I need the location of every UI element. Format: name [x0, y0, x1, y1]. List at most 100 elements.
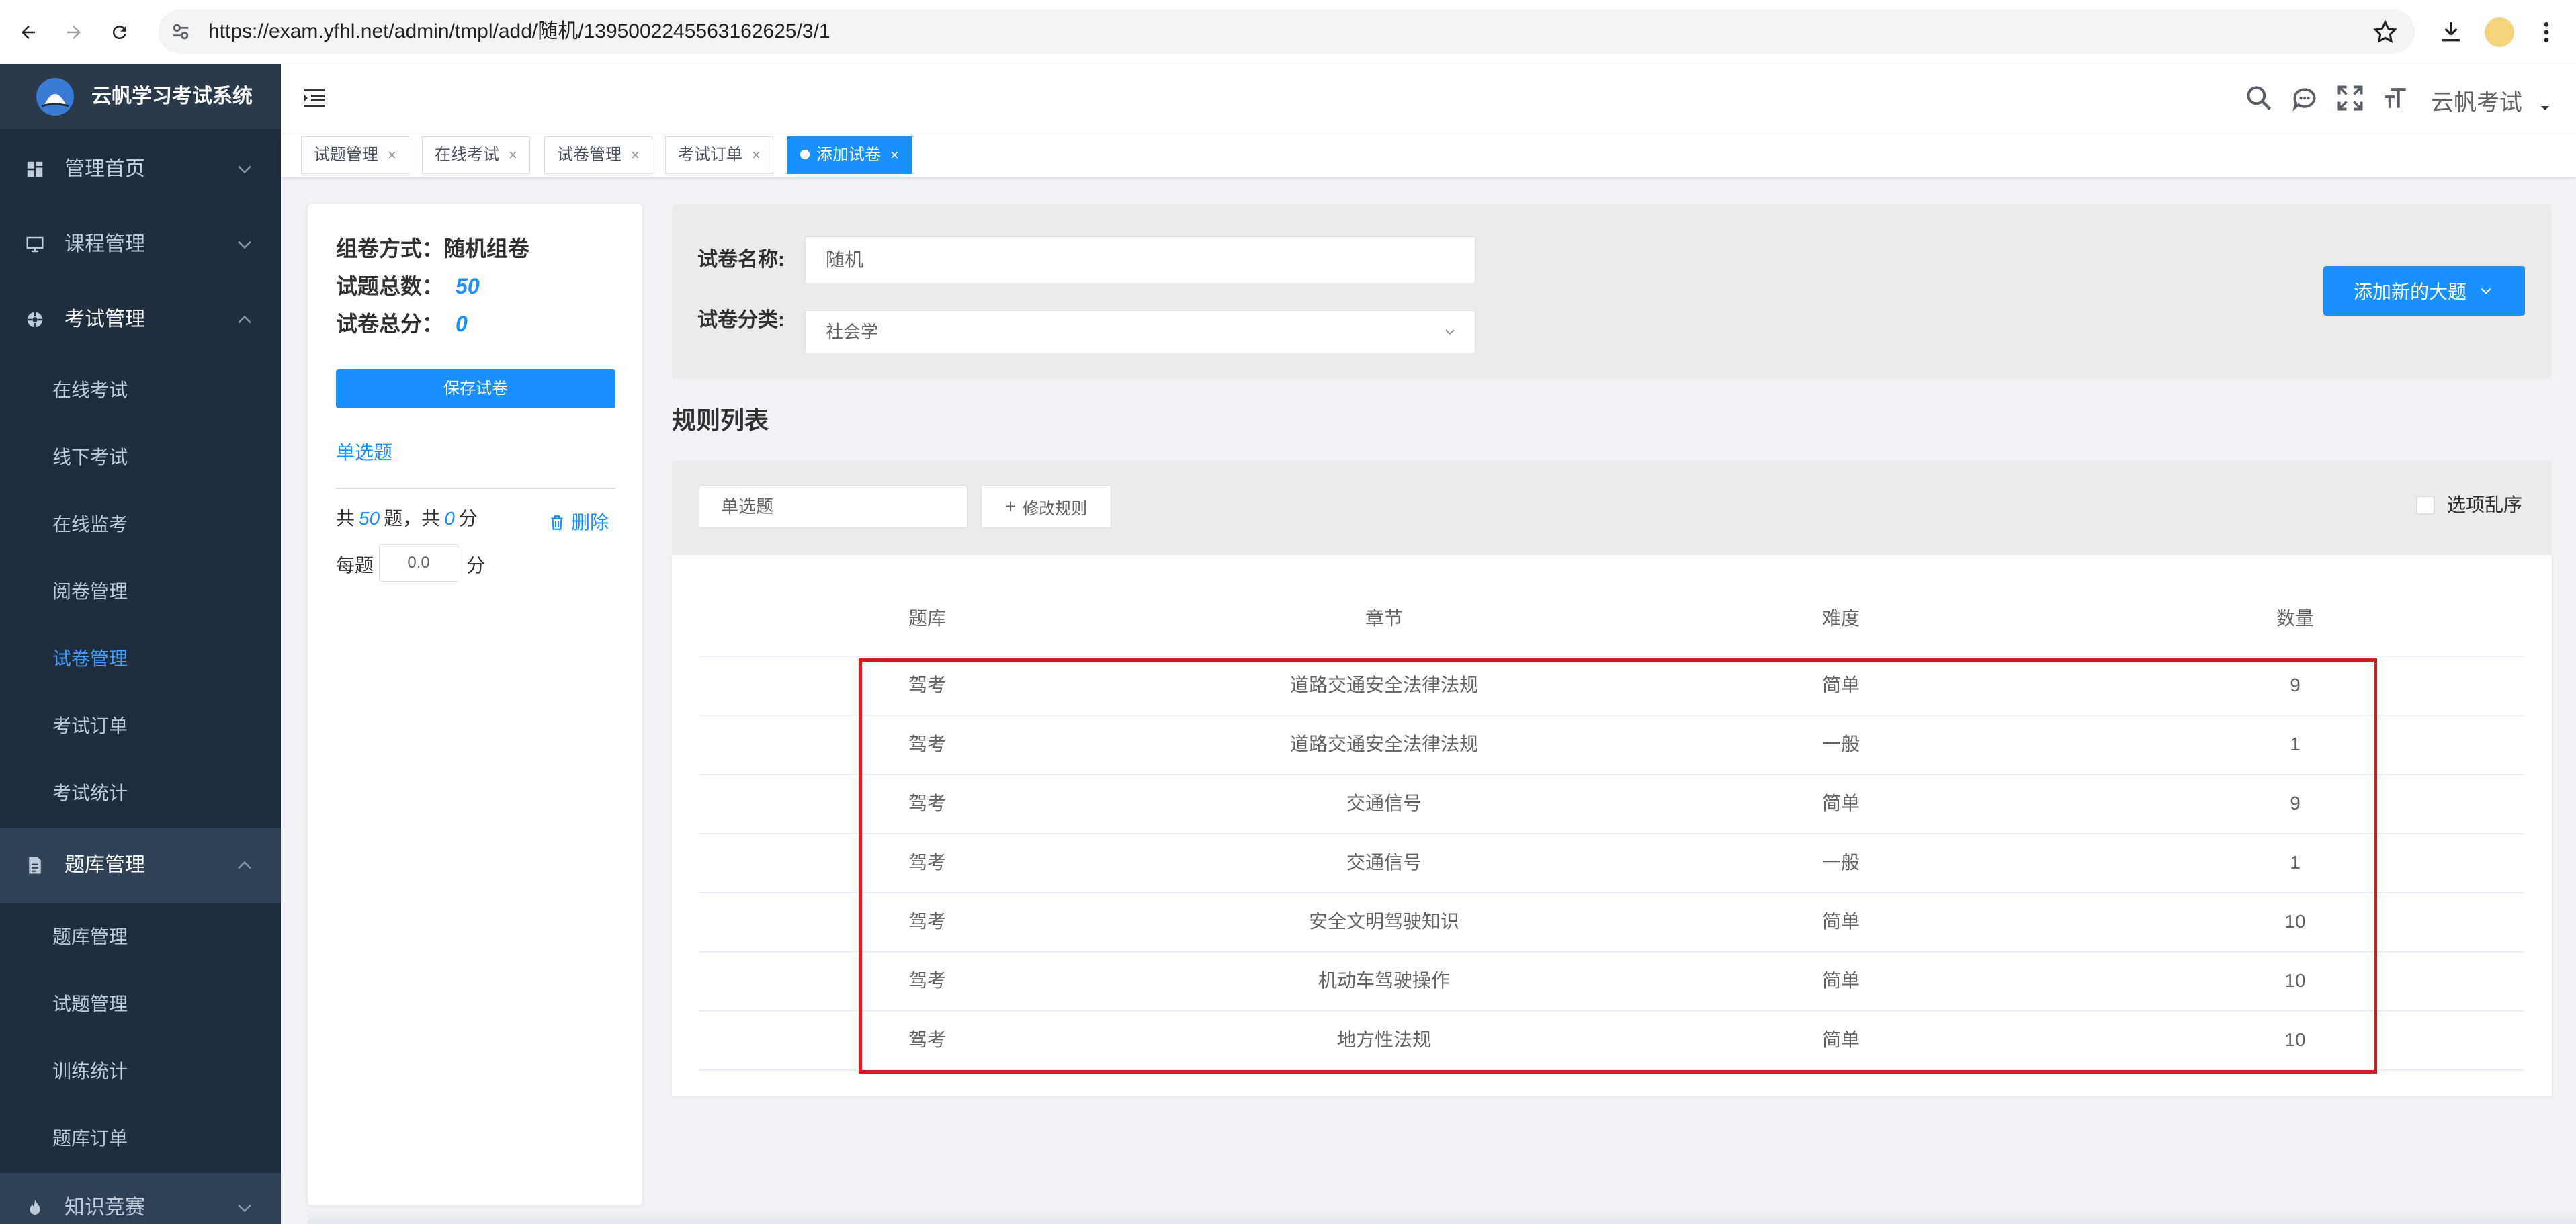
total-questions-line: 试题总数： 50 — [336, 271, 480, 301]
paper-name-label: 试卷名称: — [697, 249, 785, 271]
count-mid: 题，共 — [384, 508, 441, 529]
tab-online-exam[interactable]: 在线考试 × — [422, 136, 530, 174]
dashboard-icon — [22, 156, 48, 183]
sidebar-item-online-exam[interactable]: 在线考试 — [52, 374, 128, 407]
profile-avatar[interactable] — [2485, 17, 2514, 47]
caret-down-icon[interactable] — [2538, 101, 2552, 114]
arrow-right-icon — [67, 26, 81, 39]
site-settings-icon[interactable] — [169, 20, 192, 43]
app-title: 云帆学习考试系统 — [91, 85, 253, 107]
score-suffix: 分 — [458, 508, 478, 529]
chevron-down-icon — [232, 157, 257, 181]
rule-type-input[interactable]: 单选题 — [699, 485, 968, 528]
delete-button[interactable]: 删除 — [548, 508, 609, 537]
summary-panel — [308, 204, 642, 1205]
close-icon[interactable]: × — [631, 146, 640, 163]
save-paper-button[interactable]: 保存试卷 — [336, 369, 615, 408]
monitor-icon — [22, 231, 48, 258]
add-section-button[interactable]: 添加新的大题 — [2323, 266, 2525, 316]
sidebar-group-exam[interactable]: 考试管理 — [65, 306, 145, 333]
tab-label: 在线考试 — [435, 146, 499, 164]
chevron-down-icon — [232, 1196, 257, 1220]
column-header-bank: 题库 — [908, 608, 946, 629]
delete-label: 删除 — [571, 512, 609, 533]
paper-category-select[interactable]: 社会学 — [805, 310, 1475, 353]
chevron-down-icon — [232, 232, 257, 257]
plus-icon: + — [1004, 496, 1017, 517]
question-count-line: 共 50 题，共 0 分 — [336, 504, 478, 533]
per-question-unit: 分 — [466, 555, 486, 576]
user-name[interactable]: 云帆考试 — [2431, 86, 2522, 120]
sidebar-group-dashboard[interactable]: 管理首页 — [65, 156, 145, 183]
close-icon[interactable]: × — [752, 146, 761, 163]
edit-rule-button[interactable]: + 修改规则 — [981, 485, 1111, 528]
chevron-up-icon — [232, 308, 257, 332]
tab-label: 试题管理 — [314, 146, 378, 164]
sidebar-item-offline-exam[interactable]: 线下考试 — [52, 441, 128, 474]
close-icon[interactable]: × — [388, 146, 396, 163]
browser-menu-icon[interactable] — [2533, 19, 2560, 46]
sidebar-item-grading[interactable]: 阅卷管理 — [52, 575, 128, 609]
bottom-edge — [308, 1209, 2576, 1224]
sidebar-item-bank-orders[interactable]: 题库订单 — [52, 1122, 128, 1155]
total-score-line: 试卷总分： 0 — [336, 309, 468, 339]
sidebar-item-exam-stats[interactable]: 考试统计 — [52, 777, 128, 810]
mode-line: 组卷方式：随机组卷 — [336, 234, 529, 263]
paper-category-label: 试卷分类: — [697, 309, 785, 331]
chevron-up-icon — [232, 853, 257, 877]
sidebar-item-proctoring[interactable]: 在线监考 — [52, 508, 128, 541]
divider — [336, 488, 615, 489]
count-value: 50 — [359, 508, 380, 529]
fire-icon — [22, 1194, 48, 1221]
add-section-label: 添加新的大题 — [2353, 281, 2466, 302]
forward-button[interactable] — [56, 15, 91, 50]
column-header-difficulty: 难度 — [1821, 608, 1860, 629]
message-icon[interactable] — [2290, 83, 2319, 113]
tab-exam-orders[interactable]: 考试订单 × — [665, 136, 773, 174]
tab-add-paper[interactable]: 添加试卷 × — [787, 136, 912, 174]
chevron-down-icon[interactable] — [1442, 324, 1458, 340]
sidebar-item-train-stats[interactable]: 训练统计 — [52, 1055, 128, 1088]
per-question-label: 每题 — [336, 555, 374, 576]
chevron-down-icon — [2481, 288, 2491, 294]
logo-icon — [35, 77, 75, 117]
shuffle-options-checkbox[interactable] — [2416, 496, 2435, 515]
sidebar-item-bank-manage[interactable]: 题库管理 — [52, 920, 128, 954]
menu-toggle-icon[interactable] — [301, 85, 328, 112]
paper-name-input[interactable]: 随机 — [805, 236, 1475, 283]
tab-paper-manage[interactable]: 试卷管理 × — [544, 136, 652, 174]
fullscreen-icon[interactable] — [2335, 83, 2365, 113]
count-prefix: 共 — [336, 508, 355, 529]
back-button[interactable] — [11, 15, 46, 50]
sidebar-group-bank[interactable]: 题库管理 — [65, 852, 145, 879]
close-icon[interactable]: × — [890, 146, 899, 163]
exam-icon — [22, 306, 48, 333]
sidebar-item-question-manage[interactable]: 试题管理 — [52, 988, 128, 1021]
trash-icon — [551, 515, 563, 530]
score-value: 0 — [444, 508, 455, 529]
search-icon[interactable] — [2244, 83, 2274, 113]
reload-button[interactable] — [102, 15, 137, 50]
sidebar-item-exam-orders[interactable]: 考试订单 — [52, 709, 128, 743]
active-dot-icon — [800, 149, 810, 159]
sidebar-item-paper-manage[interactable]: 试卷管理 — [52, 642, 128, 676]
top-header — [281, 64, 2576, 134]
bookmark-star-icon[interactable] — [2372, 19, 2399, 46]
tab-label: 考试订单 — [678, 146, 742, 164]
question-type-link[interactable]: 单选题 — [336, 439, 392, 466]
reload-icon — [112, 26, 126, 40]
tab-question-manage[interactable]: 试题管理 × — [301, 136, 409, 174]
sidebar-group-contest[interactable]: 知识竞赛 — [65, 1194, 145, 1221]
download-icon[interactable] — [2438, 19, 2464, 46]
close-icon[interactable]: × — [509, 146, 517, 163]
per-question-score-input[interactable]: 0.0 — [379, 544, 458, 582]
document-icon — [22, 852, 48, 879]
mode-label: 组卷方式： — [336, 236, 444, 261]
url-text[interactable]: https://exam.yfhl.net/admin/tmpl/add/随机/… — [208, 9, 830, 54]
mode-value: 随机组卷 — [443, 236, 530, 261]
total-questions-label: 试题总数： — [336, 274, 444, 298]
total-questions-value: 50 — [456, 274, 480, 298]
sidebar-group-course[interactable]: 课程管理 — [65, 231, 145, 258]
total-score-label: 试卷总分： — [336, 312, 444, 336]
font-size-icon[interactable] — [2381, 83, 2411, 113]
